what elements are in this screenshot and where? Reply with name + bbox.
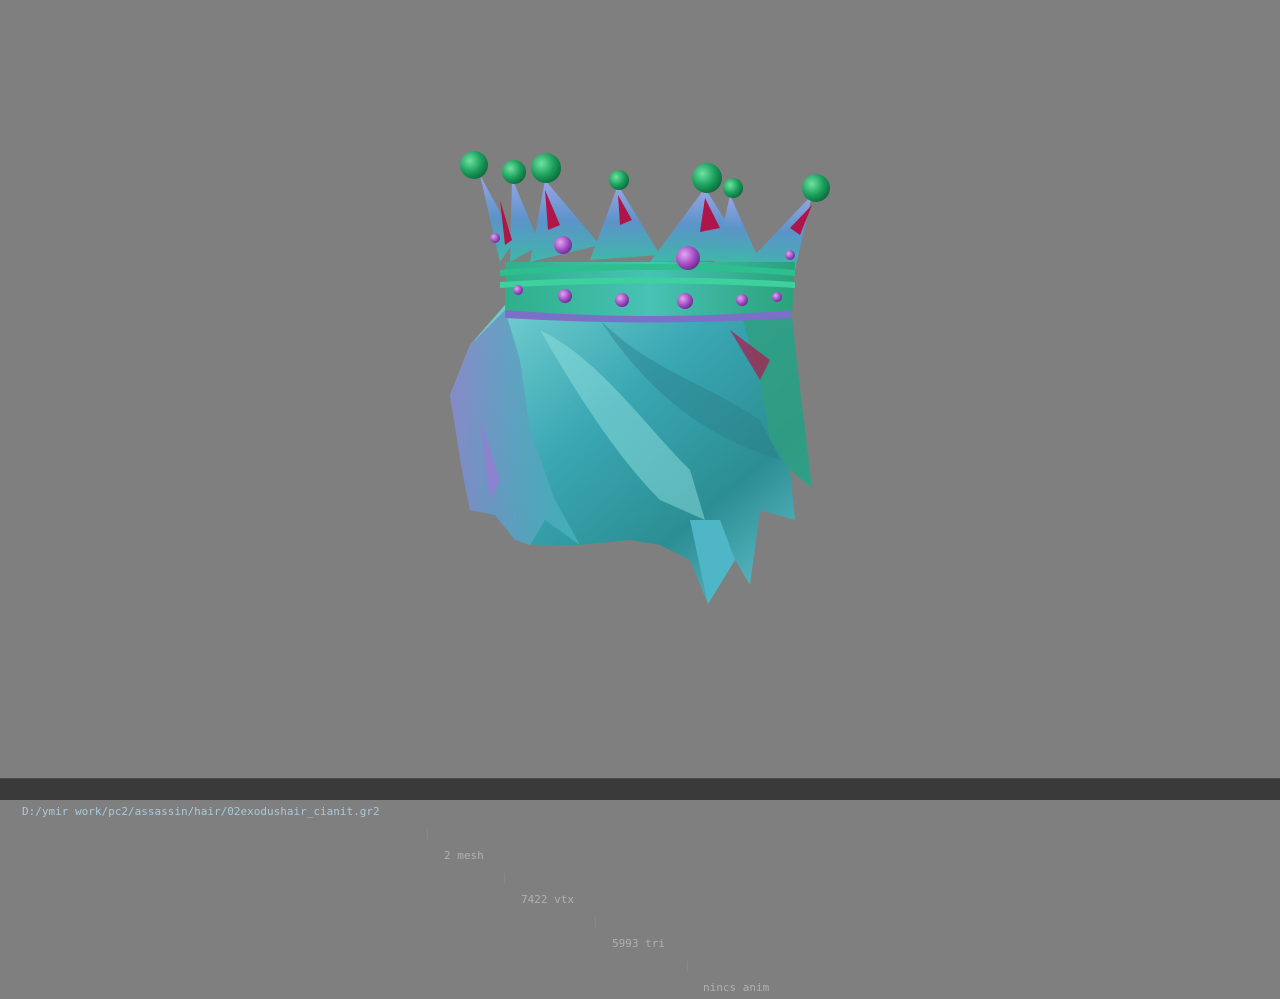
crown-band — [500, 262, 795, 323]
separator: | — [592, 915, 599, 928]
separator: | — [501, 871, 508, 884]
3d-viewport[interactable] — [0, 0, 1280, 778]
vertex-count-label: 7422 vtx — [521, 893, 574, 906]
mesh-count-label: 2 mesh — [444, 849, 484, 862]
hair-crown-model — [450, 151, 830, 604]
crown-spikes — [480, 175, 812, 270]
hair-mesh — [450, 300, 812, 604]
separator: | — [684, 959, 691, 972]
animation-status-label: nincs anim — [703, 981, 770, 994]
triangle-count-label: 5993 tri — [612, 937, 665, 950]
separator: | — [424, 827, 431, 840]
status-bar: D:/ymir work/pc2/assassin/hair/02exodush… — [0, 778, 1280, 994]
file-path-label: D:/ymir work/pc2/assassin/hair/02exodush… — [22, 805, 380, 818]
